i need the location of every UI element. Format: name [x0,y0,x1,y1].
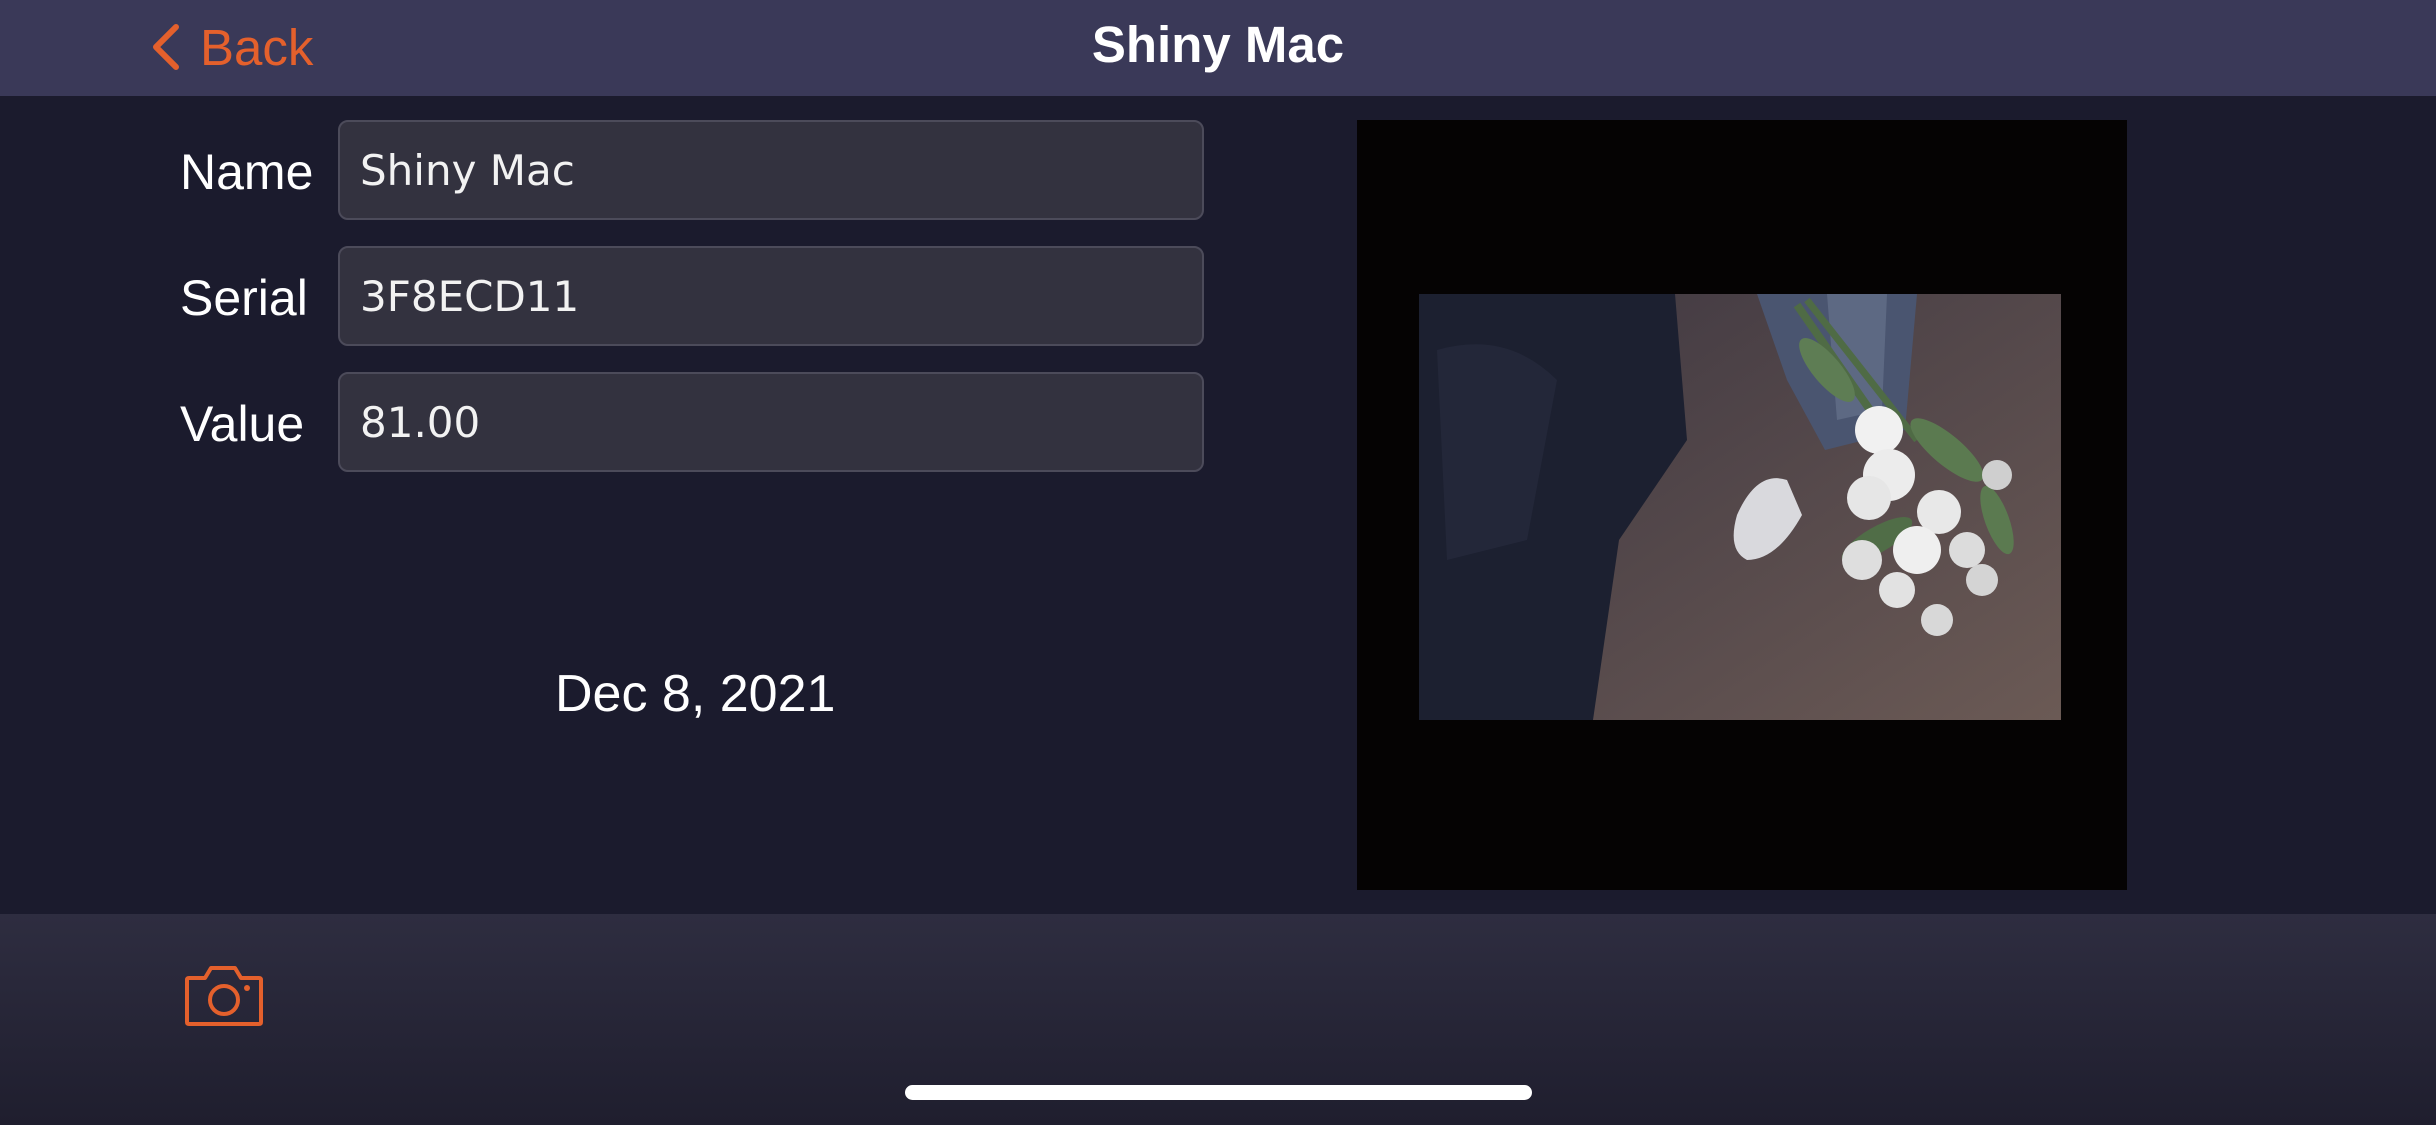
date-label: Dec 8, 2021 [555,665,836,723]
chevron-left-icon [153,24,179,70]
value-label: Value [180,396,305,452]
item-photo[interactable] [1357,120,2127,890]
home-indicator [905,1085,1532,1100]
back-button-label: Back [200,18,314,76]
name-row: Name [180,120,1207,224]
serial-label: Serial [180,270,308,326]
camera-button[interactable] [183,962,265,1028]
serial-field[interactable] [360,248,1180,344]
serial-field-box [338,246,1204,346]
serial-row: Serial [180,246,1207,350]
name-field-box [338,120,1204,220]
value-row: Value [180,372,1207,476]
value-field[interactable] [360,374,1180,470]
page-title: Shiny Mac [1091,16,1345,73]
back-button[interactable]: Back [150,12,313,82]
camera-icon [185,966,263,1026]
name-label: Name [180,144,314,200]
album-artwork [1357,120,2127,890]
value-field-box [338,372,1204,472]
navigation-bar: Shiny Mac Back [0,0,2436,96]
name-field[interactable] [360,122,1180,218]
